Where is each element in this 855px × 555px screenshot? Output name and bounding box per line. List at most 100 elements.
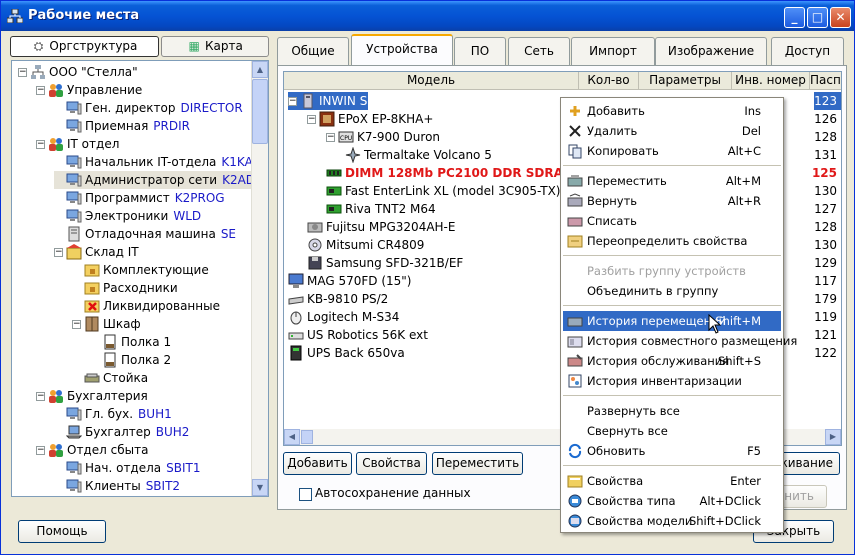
- column-header[interactable]: Кол-во: [579, 72, 639, 90]
- help-button[interactable]: Помощь: [18, 520, 106, 543]
- tree-node[interactable]: Администратор сети K2ADM: [54, 171, 266, 189]
- move-device-button[interactable]: Переместить: [432, 452, 523, 475]
- tree-node[interactable]: Стойка: [72, 369, 148, 387]
- menu-item[interactable]: Переместить Alt+M: [563, 171, 781, 191]
- tab-access[interactable]: Доступ: [771, 37, 844, 65]
- collapse-toggle-icon[interactable]: −: [307, 114, 316, 124]
- tab-map[interactable]: ▦ Карта: [161, 36, 269, 57]
- tree-node[interactable]: − Склад IT: [54, 243, 139, 261]
- tree-node[interactable]: Клиенты SBIT2: [54, 477, 180, 495]
- tab-orgstructure[interactable]: ⛭ Оргструктура: [10, 36, 159, 57]
- device-row[interactable]: Termaltake Volcano 5: [345, 146, 492, 164]
- column-header[interactable]: Инв. номер: [732, 72, 810, 90]
- add-device-button[interactable]: Добавить: [283, 452, 352, 475]
- tab-software[interactable]: ПО: [454, 37, 506, 65]
- device-row[interactable]: Samsung SFD-321B/EF: [307, 254, 463, 272]
- collapse-toggle-icon[interactable]: −: [54, 247, 63, 257]
- collapse-toggle-icon[interactable]: −: [36, 445, 45, 455]
- properties-button[interactable]: Свойства: [356, 452, 427, 475]
- scroll-thumb[interactable]: [252, 79, 268, 144]
- autosave-checkbox[interactable]: [299, 488, 312, 501]
- device-row[interactable]: − INWIN S-506: [288, 92, 395, 110]
- menu-item[interactable]: Свойства Enter: [563, 471, 781, 491]
- menu-item[interactable]: Разбить группу устройств: [563, 261, 781, 281]
- collapse-toggle-icon[interactable]: −: [288, 96, 297, 106]
- menu-item[interactable]: История инвентаризации: [563, 371, 781, 391]
- device-row[interactable]: Mitsumi CR4809: [307, 236, 424, 254]
- menu-item[interactable]: Добавить Ins: [563, 101, 781, 121]
- device-row[interactable]: Fujitsu MPG3204AH-E: [307, 218, 455, 236]
- device-row[interactable]: − CPU K7-900 Duron: [326, 128, 440, 146]
- tree-node[interactable]: Приемная PRDIR: [54, 117, 190, 135]
- hscroll-thumb[interactable]: [301, 430, 313, 444]
- tree-node[interactable]: Отладочная машина SE: [54, 225, 236, 243]
- scroll-left-arrow[interactable]: ◀: [284, 429, 300, 445]
- tab-network[interactable]: Сеть: [508, 37, 570, 65]
- tab-devices[interactable]: Устройства: [351, 34, 453, 66]
- tree-node[interactable]: − ООО "Стелла": [18, 63, 138, 81]
- device-row[interactable]: US Robotics 56K ext: [288, 326, 428, 344]
- menu-item[interactable]: История совместного размещения: [563, 331, 797, 351]
- menu-item[interactable]: Свернуть все: [563, 421, 781, 441]
- tree-node[interactable]: Полка 2: [90, 351, 171, 369]
- tree-scrollbar[interactable]: ▲ ▼: [251, 61, 268, 496]
- tree-node[interactable]: Полка 1: [90, 333, 171, 351]
- org-tree[interactable]: Клиенты SBIT2 Нач. отдела SBIT1 − Отдел сбыта…: [11, 60, 269, 497]
- menu-item[interactable]: Вернуть Alt+R: [563, 191, 781, 211]
- menu-item[interactable]: Обновить F5: [563, 441, 781, 461]
- collapse-toggle-icon[interactable]: −: [36, 391, 45, 401]
- collapse-toggle-icon[interactable]: −: [72, 319, 81, 329]
- device-row[interactable]: Riva TNT2 M64: [326, 200, 436, 218]
- scroll-down-arrow[interactable]: ▼: [252, 479, 268, 496]
- collapse-toggle-icon[interactable]: −: [36, 85, 45, 95]
- tree-node[interactable]: Комплектующие: [72, 261, 209, 279]
- menu-item[interactable]: Копировать Alt+C: [563, 141, 781, 161]
- tree-node[interactable]: Ликвидированные: [72, 297, 220, 315]
- close-window-button[interactable]: ✕: [830, 7, 851, 28]
- menu-item[interactable]: Развернуть все: [563, 401, 781, 421]
- menu-item[interactable]: Списать: [563, 211, 781, 231]
- tree-node[interactable]: Ген. директор DIRECTOR: [54, 99, 243, 117]
- column-header[interactable]: Паспор: [810, 72, 841, 90]
- menu-item[interactable]: Переопределить свойства: [563, 231, 781, 251]
- tab-image[interactable]: Изображение: [655, 37, 767, 65]
- menu-item[interactable]: История обслуживания Shift+S: [563, 351, 781, 371]
- tree-node[interactable]: − IT отдел: [36, 135, 119, 153]
- scroll-right-arrow[interactable]: ▶: [825, 429, 841, 445]
- tree-node[interactable]: − Шкаф: [72, 315, 141, 333]
- menu-item[interactable]: Свойства типа Alt+DClick: [563, 491, 781, 511]
- maximize-button[interactable]: □: [807, 7, 828, 28]
- tree-node[interactable]: − Управление: [36, 81, 142, 99]
- collapse-toggle-icon[interactable]: −: [36, 139, 45, 149]
- tree-node[interactable]: Электроники WLD: [54, 207, 201, 225]
- menu-item[interactable]: Свойства модели Shift+DClick: [563, 511, 781, 531]
- tree-node[interactable]: − Отдел сбыта: [36, 441, 148, 459]
- device-row[interactable]: Logitech M-S34: [288, 308, 399, 326]
- device-row[interactable]: DIMM 128Mb PC2100 DDR SDRAM: [326, 164, 575, 182]
- tree-node[interactable]: Расходники: [72, 279, 178, 297]
- menu-item[interactable]: Удалить Del: [563, 121, 781, 141]
- column-header[interactable]: Параметры: [639, 72, 732, 90]
- device-row[interactable]: UPS Back 650va: [288, 344, 405, 362]
- menu-item[interactable]: История перемещений Shift+M: [563, 311, 781, 331]
- menu-item-shortcut: Alt+M: [725, 174, 761, 188]
- tree-node[interactable]: Нач. отдела SBIT1: [54, 459, 201, 477]
- scroll-up-arrow[interactable]: ▲: [252, 61, 268, 78]
- column-header[interactable]: Модель: [284, 72, 579, 90]
- device-row[interactable]: − EPoX EP-8KHA+: [307, 110, 433, 128]
- tree-node[interactable]: Программист K2PROG: [54, 189, 225, 207]
- tab-general[interactable]: Общие: [277, 37, 349, 65]
- collapse-toggle-icon[interactable]: −: [326, 132, 335, 142]
- title-bar[interactable]: Рабочие места _ □ ✕: [1, 1, 854, 31]
- menu-item[interactable]: Объединить в группу: [563, 281, 781, 301]
- tree-node[interactable]: − Бухгалтерия: [36, 387, 148, 405]
- device-row[interactable]: MAG 570FD (15"): [288, 272, 411, 290]
- minimize-button[interactable]: _: [784, 7, 805, 28]
- device-row[interactable]: KB-9810 PS/2: [288, 290, 388, 308]
- tree-node[interactable]: Гл. бух. BUH1: [54, 405, 172, 423]
- tab-import[interactable]: Импорт: [571, 37, 655, 65]
- tree-node[interactable]: Начальник IT-отдела K1KAP: [54, 153, 260, 171]
- device-row[interactable]: Fast EnterLink XL (model 3C905-TX): [326, 182, 560, 200]
- collapse-toggle-icon[interactable]: −: [18, 67, 27, 77]
- tree-node[interactable]: Бухгалтер BUH2: [54, 423, 189, 441]
